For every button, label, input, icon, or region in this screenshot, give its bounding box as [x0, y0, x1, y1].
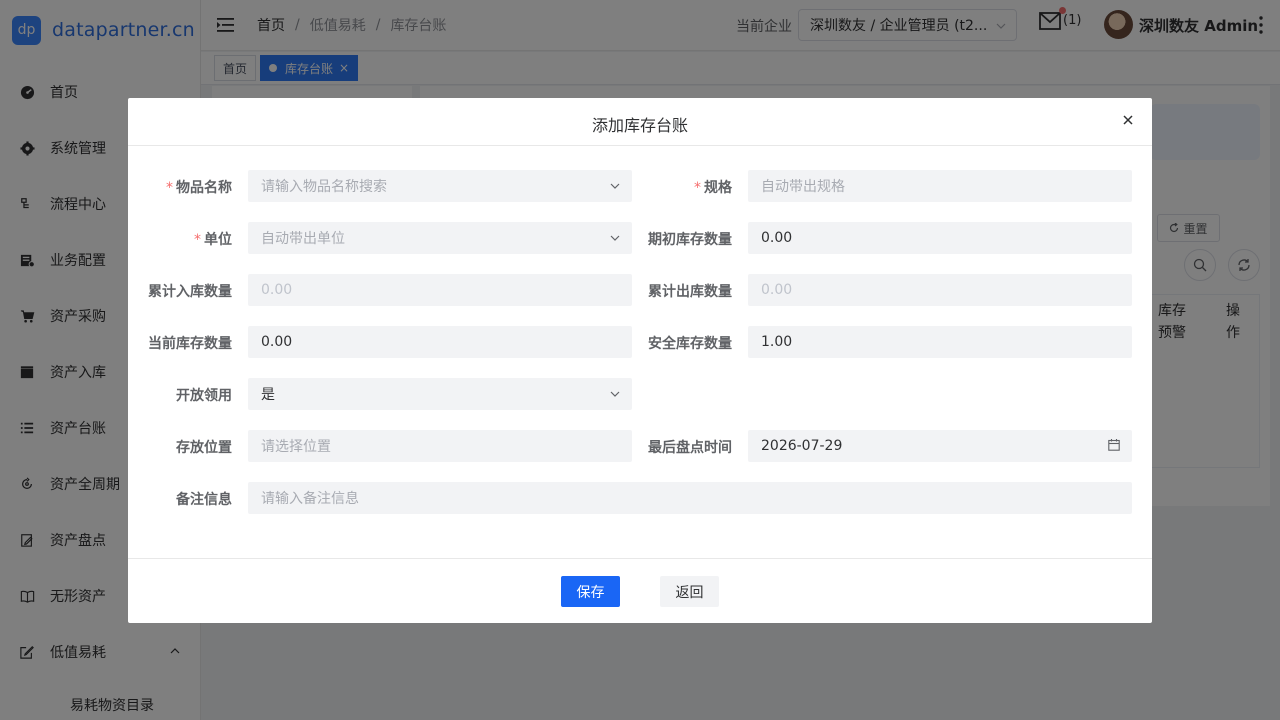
close-icon[interactable] — [1122, 114, 1134, 126]
open-use-select[interactable]: 是 — [248, 378, 632, 410]
dialog-footer: 保存 返回 — [128, 558, 1152, 623]
total-out-label: 累计出库数量 — [648, 284, 732, 300]
back-button[interactable]: 返回 — [660, 576, 719, 607]
total-in-value: 0.00 — [261, 282, 293, 298]
current-stock-input[interactable]: 0.00 — [248, 326, 632, 358]
dialog-title: 添加库存台账 — [591, 116, 688, 135]
initial-stock-input[interactable]: 0.00 — [748, 222, 1132, 254]
spec-label: * 规格 — [628, 177, 732, 197]
item-name-select[interactable]: 请输入物品名称搜索 — [248, 170, 632, 202]
label-text: 单位 — [204, 232, 232, 248]
add-inventory-dialog: 添加库存台账 * 物品名称 请输入物品名称搜索 * 规格 自动带出规格 * 单位 自动… — [128, 98, 1152, 623]
form-row: 存放位置 请选择位置 最后盘点时间 2026-07-29 — [128, 430, 1152, 462]
open-use-label: 开放领用 — [176, 388, 232, 404]
calendar-icon — [1108, 439, 1120, 455]
item-name-label: * 物品名称 — [128, 177, 232, 197]
form-row: * 单位 自动带出单位 期初库存数量 0.00 — [128, 222, 1152, 254]
safety-stock-input[interactable]: 1.00 — [748, 326, 1132, 358]
total-out-value: 0.00 — [761, 282, 793, 298]
form-row: 累计入库数量 0.00 累计出库数量 0.00 — [128, 274, 1152, 306]
form-row: * 物品名称 请输入物品名称搜索 * 规格 自动带出规格 — [128, 170, 1152, 202]
location-label: 存放位置 — [176, 440, 232, 456]
location-placeholder: 请选择位置 — [261, 439, 331, 455]
required-mark: * — [194, 232, 201, 248]
item-name-placeholder: 请输入物品名称搜索 — [261, 179, 387, 195]
safety-stock-label: 安全库存数量 — [648, 336, 732, 352]
label-text: 规格 — [704, 180, 732, 196]
initial-stock-value: 0.00 — [761, 230, 793, 246]
spec-field[interactable]: 自动带出规格 — [748, 170, 1132, 202]
save-button[interactable]: 保存 — [561, 576, 620, 607]
open-use-value: 是 — [261, 387, 275, 403]
remark-input[interactable]: 请输入备注信息 — [248, 482, 1132, 514]
unit-label: * 单位 — [128, 229, 232, 249]
last-check-label: 最后盘点时间 — [648, 440, 732, 456]
required-mark: * — [166, 180, 173, 196]
form-row: 开放领用 是 — [128, 378, 1152, 410]
location-select[interactable]: 请选择位置 — [248, 430, 632, 462]
total-out-input: 0.00 — [748, 274, 1132, 306]
last-check-value: 2026-07-29 — [761, 438, 843, 454]
chevron-down-icon — [610, 231, 620, 247]
spec-placeholder: 自动带出规格 — [761, 179, 845, 195]
initial-stock-label: 期初库存数量 — [648, 232, 732, 248]
chevron-down-icon — [610, 387, 620, 403]
total-in-input: 0.00 — [248, 274, 632, 306]
dialog-header: 添加库存台账 — [128, 98, 1152, 146]
form-row: 备注信息 请输入备注信息 — [128, 482, 1152, 514]
current-stock-label: 当前库存数量 — [148, 336, 232, 352]
chevron-down-icon — [610, 179, 620, 195]
required-mark: * — [694, 180, 701, 196]
total-in-label: 累计入库数量 — [148, 284, 232, 300]
label-text: 物品名称 — [176, 180, 232, 196]
remark-label: 备注信息 — [176, 492, 232, 508]
unit-select[interactable]: 自动带出单位 — [248, 222, 632, 254]
form-row: 当前库存数量 0.00 安全库存数量 1.00 — [128, 326, 1152, 358]
current-stock-value: 0.00 — [261, 334, 293, 350]
unit-placeholder: 自动带出单位 — [261, 231, 345, 247]
safety-stock-value: 1.00 — [761, 334, 793, 350]
last-check-date-picker[interactable]: 2026-07-29 — [748, 430, 1132, 462]
remark-placeholder: 请输入备注信息 — [261, 491, 359, 507]
